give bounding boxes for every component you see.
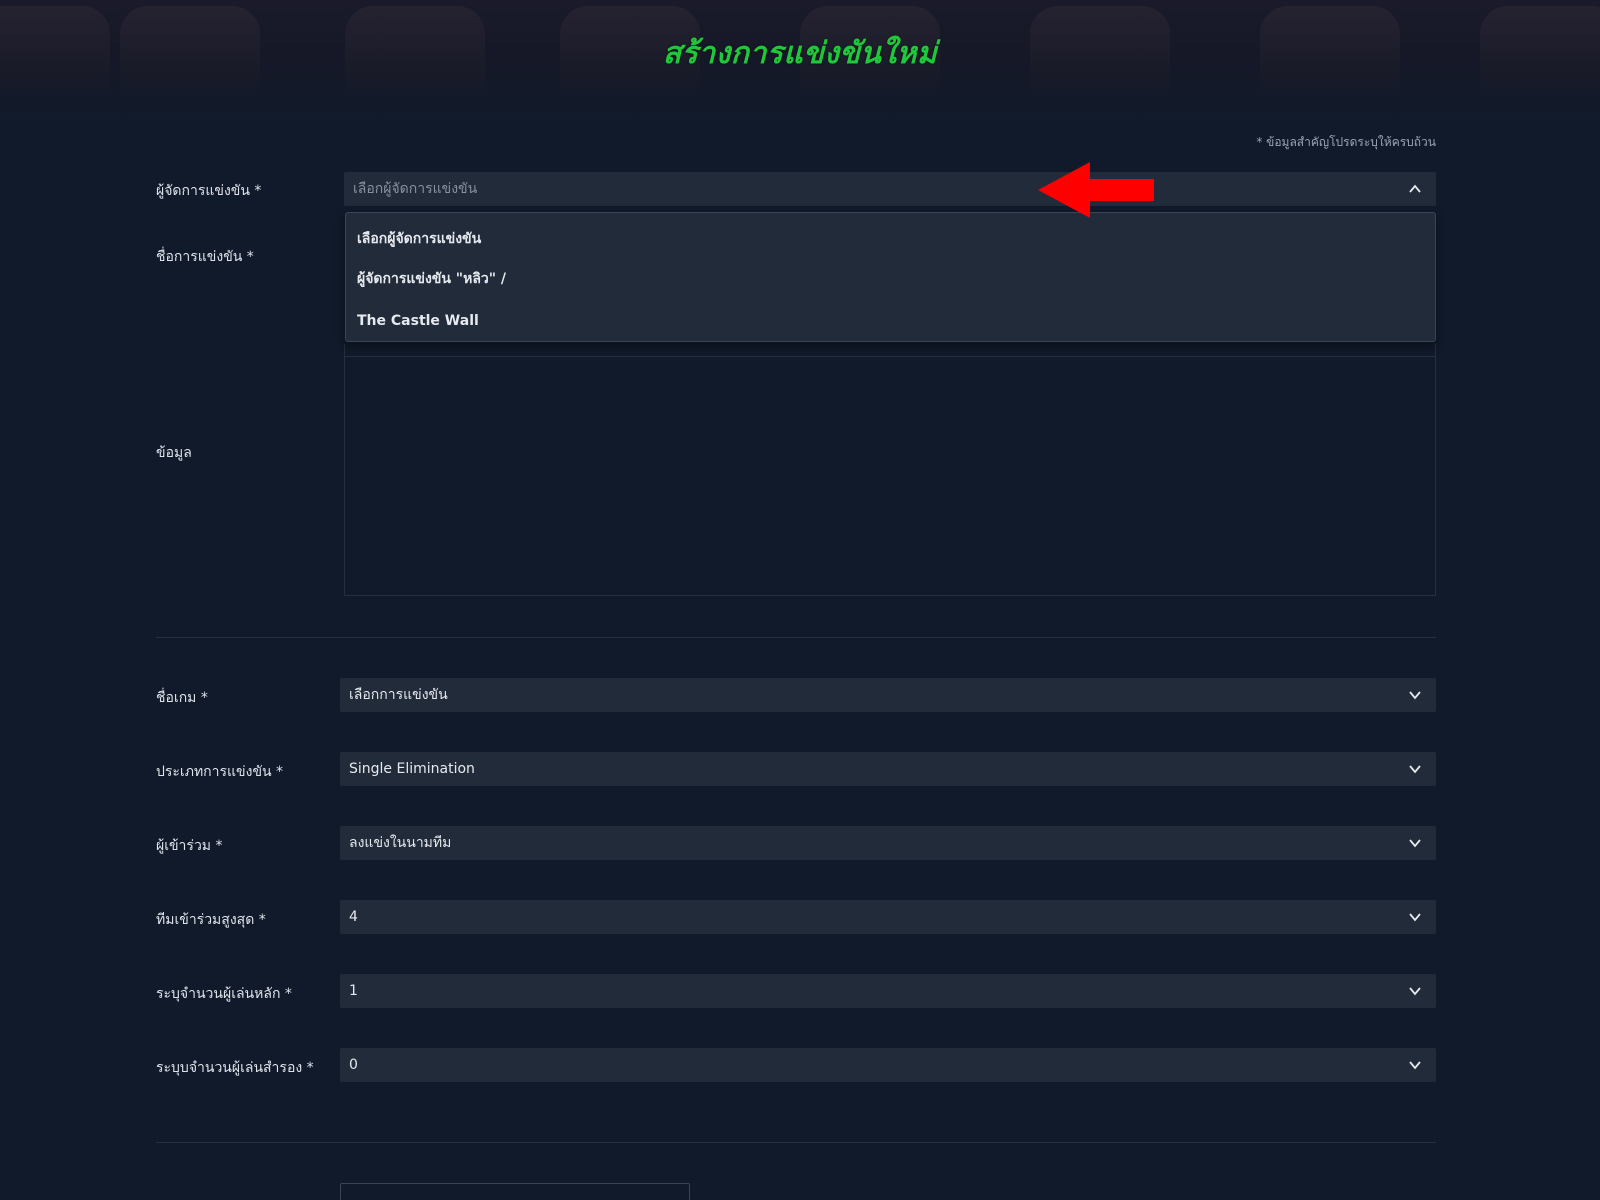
option-organizer-liu[interactable]: ผู้จัดการแข่งขัน "หลิว" /	[346, 258, 1435, 300]
participants-value: ลงแข่งในนามทีม	[349, 835, 452, 851]
participants-label: ผู้เข้าร่วม *	[156, 838, 223, 854]
chevron-down-icon	[1408, 762, 1422, 776]
option-castle-wall[interactable]: The Castle Wall	[346, 300, 1435, 342]
submit-button[interactable]	[340, 1183, 690, 1200]
game-name-select[interactable]: เลือกการแข่งขัน	[340, 678, 1436, 712]
info-textarea[interactable]	[344, 356, 1436, 596]
organizer-label: ผู้จัดการแข่งขัน *	[156, 183, 262, 199]
tournament-type-select[interactable]: Single Elimination	[340, 752, 1436, 786]
tournament-name-label: ชื่อการแข่งขัน *	[156, 249, 254, 265]
section-divider	[156, 1142, 1436, 1143]
main-players-value: 1	[349, 983, 358, 999]
info-label: ข้อมูล	[156, 445, 192, 461]
max-teams-select[interactable]: 4	[340, 900, 1436, 934]
organizer-placeholder: เลือกผู้จัดการแข่งขัน	[353, 181, 478, 197]
chevron-down-icon	[1408, 688, 1422, 702]
chevron-down-icon	[1408, 984, 1422, 998]
tournament-type-value: Single Elimination	[349, 761, 475, 777]
sub-players-select[interactable]: 0	[340, 1048, 1436, 1082]
required-note: * ข้อมูลสำคัญโปรดระบุให้ครบถ้วน	[1256, 135, 1436, 149]
organizer-select[interactable]: เลือกผู้จัดการแข่งขัน	[344, 172, 1436, 206]
chevron-up-icon	[1408, 182, 1422, 196]
section-divider	[156, 637, 1436, 638]
red-arrow-icon	[1038, 162, 1154, 218]
organizer-dropdown: เลือกผู้จัดการแข่งขัน ผู้จัดการแข่งขัน "…	[345, 212, 1436, 342]
page-title: สร้างการแข่งขันใหม่	[662, 36, 938, 71]
option-placeholder[interactable]: เลือกผู้จัดการแข่งขัน	[346, 224, 1435, 258]
chevron-down-icon	[1408, 1058, 1422, 1072]
game-name-label: ชื่อเกม *	[156, 690, 208, 706]
sub-players-value: 0	[349, 1057, 358, 1073]
participants-select[interactable]: ลงแข่งในนามทีม	[340, 826, 1436, 860]
chevron-down-icon	[1408, 910, 1422, 924]
tournament-type-label: ประเภทการแข่งขัน *	[156, 764, 284, 780]
chevron-down-icon	[1408, 836, 1422, 850]
max-teams-value: 4	[349, 909, 358, 925]
max-teams-label: ทีมเข้าร่วมสูงสุด *	[156, 912, 266, 928]
game-name-value: เลือกการแข่งขัน	[349, 687, 448, 703]
main-players-select[interactable]: 1	[340, 974, 1436, 1008]
main-players-label: ระบุจำนวนผู้เล่นหลัก *	[156, 986, 292, 1002]
sub-players-label: ระบุบจำนวนผู้เล่นสำรอง *	[156, 1060, 314, 1076]
